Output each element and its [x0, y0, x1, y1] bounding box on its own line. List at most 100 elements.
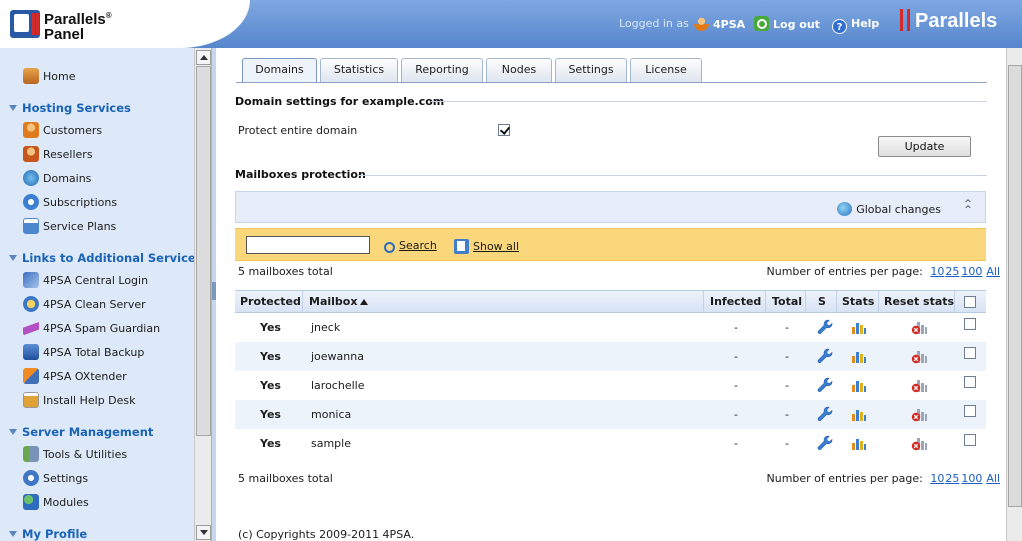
col-mailbox-label: Mailbox: [309, 295, 358, 308]
sidebar-section-my-profile[interactable]: My Profile: [9, 525, 87, 541]
sidebar-item-clean-server[interactable]: 4PSA Clean Server: [23, 296, 146, 314]
collapse-up-chevron-icon[interactable]: ^ ^: [963, 200, 973, 215]
modules-icon: [23, 494, 39, 510]
per-page-25[interactable]: 25: [945, 472, 959, 485]
stats-chart-icon[interactable]: [851, 436, 867, 451]
col-total[interactable]: Total: [772, 295, 802, 308]
entries-per-page-bottom: Number of entries per page: 1025 100 All: [767, 472, 1001, 485]
protect-domain-checkbox[interactable]: [498, 124, 510, 136]
wrench-settings-icon[interactable]: [817, 348, 833, 364]
main-scroll-thumb[interactable]: [1008, 65, 1022, 507]
tab-settings[interactable]: Settings: [555, 58, 627, 82]
sidebar-item-tools-utilities[interactable]: Tools & Utilities: [23, 446, 127, 464]
stats-chart-icon[interactable]: [851, 349, 867, 364]
stats-chart-icon[interactable]: [851, 320, 867, 335]
column-separator: [805, 291, 806, 312]
row-select-checkbox[interactable]: [964, 347, 976, 359]
wrench-settings-icon[interactable]: [817, 319, 833, 335]
collapse-triangle-icon: [9, 429, 17, 435]
sidebar-section-links-additional-services[interactable]: Links to Additional Services: [9, 249, 203, 267]
row-select-checkbox[interactable]: [964, 318, 976, 330]
col-mailbox[interactable]: Mailbox: [309, 295, 369, 308]
sidebar-nav: Home Hosting Services Customers Reseller…: [0, 48, 203, 541]
row-total: -: [785, 379, 789, 392]
sidebar-item-total-backup[interactable]: 4PSA Total Backup: [23, 344, 144, 362]
row-select-checkbox[interactable]: [964, 376, 976, 388]
search-icon: [384, 242, 395, 253]
sidebar-scrollbar[interactable]: [194, 48, 211, 541]
row-select-checkbox[interactable]: [964, 434, 976, 446]
tab-reporting[interactable]: Reporting: [401, 58, 483, 82]
global-changes-link[interactable]: Global changes: [837, 202, 941, 216]
stats-chart-icon[interactable]: [851, 378, 867, 393]
sidebar-item-resellers[interactable]: Resellers: [23, 146, 93, 164]
global-changes-label: Global changes: [856, 203, 941, 216]
sidebar-item-domains[interactable]: Domains: [23, 170, 91, 188]
search-link[interactable]: Search: [384, 239, 437, 253]
tab-statistics[interactable]: Statistics: [320, 58, 398, 82]
collapse-triangle-icon: [9, 531, 17, 537]
sidebar-section-server-management[interactable]: Server Management: [9, 423, 153, 441]
sidebar-item-home[interactable]: Home: [23, 68, 75, 86]
column-separator: [302, 291, 303, 312]
sidebar-item-label: Install Help Desk: [43, 394, 136, 407]
per-page-100[interactable]: 100: [961, 472, 982, 485]
reset-stats-icon[interactable]: [911, 378, 928, 393]
per-page-25[interactable]: 25: [945, 265, 959, 278]
main-scrollbar[interactable]: [1006, 48, 1022, 541]
scroll-down-arrow-icon[interactable]: [196, 525, 211, 540]
sidebar-item-subscriptions[interactable]: Subscriptions: [23, 194, 117, 212]
sidebar-item-central-login[interactable]: 4PSA Central Login: [23, 272, 148, 290]
section-divider: [431, 101, 987, 102]
user-link[interactable]: 4PSA: [694, 16, 745, 32]
wrench-settings-icon[interactable]: [817, 377, 833, 393]
wrench-settings-icon[interactable]: [817, 406, 833, 422]
col-infected[interactable]: Infected: [710, 295, 761, 308]
reset-stats-icon[interactable]: [911, 349, 928, 364]
sidebar-item-label: 4PSA Central Login: [43, 274, 149, 287]
sidebar-item-label: Resellers: [43, 148, 93, 161]
sidebar-section-label: My Profile: [22, 527, 88, 541]
per-page-all[interactable]: All: [986, 265, 1000, 278]
reset-stats-icon[interactable]: [911, 320, 928, 335]
scroll-up-arrow-icon[interactable]: [196, 50, 211, 65]
oxtender-icon: [23, 368, 39, 384]
logout-label: Log out: [773, 18, 820, 31]
per-page-all[interactable]: All: [986, 472, 1000, 485]
stats-chart-icon[interactable]: [851, 407, 867, 422]
per-page-100[interactable]: 100: [961, 265, 982, 278]
search-input[interactable]: [246, 236, 370, 254]
tab-bar: Domains Statistics Reporting Nodes Settings L…: [242, 58, 705, 83]
col-protected[interactable]: Protected: [240, 295, 301, 308]
row-select-checkbox[interactable]: [964, 405, 976, 417]
logout-link[interactable]: Log out: [754, 16, 820, 32]
sidebar-section-label: Links to Additional Services: [22, 251, 203, 265]
sidebar-item-install-help-desk[interactable]: Install Help Desk: [23, 392, 136, 410]
help-link[interactable]: ? Help: [832, 16, 879, 34]
logo-line2: Panel: [44, 26, 85, 43]
per-page-10[interactable]: 10: [930, 265, 944, 278]
reset-stats-icon[interactable]: [911, 436, 928, 451]
mailboxes-protection-title: Mailboxes protection: [235, 168, 366, 181]
tab-nodes[interactable]: Nodes: [486, 58, 552, 82]
tab-domains[interactable]: Domains: [242, 58, 317, 83]
help-icon: ?: [832, 19, 847, 34]
select-all-checkbox[interactable]: [964, 296, 976, 308]
tab-license[interactable]: License: [630, 58, 702, 82]
per-page-10[interactable]: 10: [930, 472, 944, 485]
sidebar-item-oxtender[interactable]: 4PSA OXtender: [23, 368, 127, 386]
wrench-settings-icon[interactable]: [817, 435, 833, 451]
show-all-link[interactable]: Show all: [454, 239, 519, 254]
sidebar-item-modules[interactable]: Modules: [23, 494, 89, 512]
sidebar-section-hosting-services[interactable]: Hosting Services: [9, 99, 131, 117]
sidebar-item-spam-guardian[interactable]: 4PSA Spam Guardian: [23, 320, 160, 338]
sidebar-item-label: Modules: [43, 496, 89, 509]
reset-stats-icon[interactable]: [911, 407, 928, 422]
sidebar-item-settings[interactable]: Settings: [23, 470, 88, 488]
sidebar-item-customers[interactable]: Customers: [23, 122, 102, 140]
logo-registered-mark: ®: [105, 11, 112, 20]
sidebar-item-service-plans[interactable]: Service Plans: [23, 218, 116, 236]
sidebar-scroll-thumb[interactable]: [196, 66, 211, 436]
update-button[interactable]: Update: [878, 136, 971, 157]
sidebar-item-label: Tools & Utilities: [43, 448, 128, 461]
